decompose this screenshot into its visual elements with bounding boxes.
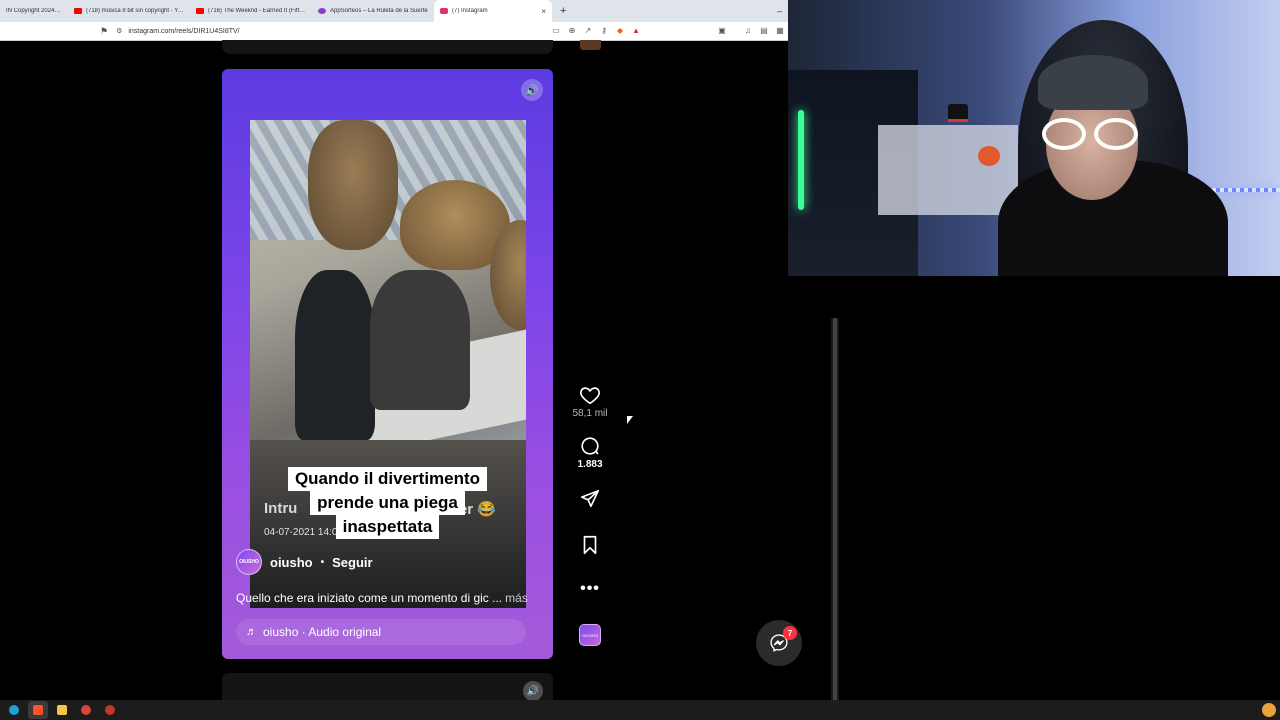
- share-icon[interactable]: ↗: [584, 27, 592, 35]
- browser-tab-1[interactable]: IN Copyright 2024 (Ki: [0, 0, 68, 22]
- appsorteos-icon: [318, 8, 326, 14]
- zoom-icon[interactable]: ⊕: [568, 27, 576, 35]
- page-scrollbar[interactable]: [831, 318, 839, 720]
- brave-rewards-icon[interactable]: ▲: [632, 27, 640, 35]
- tiny-top-hat: [948, 104, 968, 122]
- next-reel[interactable]: 🔊: [222, 673, 553, 703]
- password-key-icon[interactable]: ⚷: [600, 27, 608, 35]
- audio-label: oiusho · Audio original: [263, 625, 382, 639]
- send-icon: [580, 489, 600, 508]
- reader-icon[interactable]: ▤: [760, 27, 768, 35]
- media-icon[interactable]: ♫: [744, 27, 752, 35]
- site-info-icon[interactable]: ⚙: [116, 27, 122, 35]
- close-tab-icon[interactable]: ×: [541, 7, 546, 16]
- address-bar-actions: ▭ ⊕ ↗ ⚷ ◆ ▲ ▣ ♫ ▤ ▦: [552, 27, 788, 35]
- volume-icon[interactable]: 🔊: [523, 681, 543, 701]
- comment-icon: [581, 437, 599, 455]
- comments-count: 1.883: [577, 459, 603, 470]
- browser-tab-3[interactable]: (716) The Weeknd - Earned It (Fifty Shad…: [190, 0, 312, 22]
- instagram-reels-page: 🔊 Intru er 😂 04-07-2021 14:02:25 Quando …: [0, 40, 839, 720]
- reel-audio[interactable]: ♬ oiusho · Audio original: [236, 619, 526, 645]
- cast-icon[interactable]: ▭: [552, 27, 560, 35]
- tab-title: (7) Instagram: [452, 8, 488, 14]
- messages-button[interactable]: 7: [756, 620, 802, 666]
- previous-reel-audio-thumb[interactable]: [580, 40, 601, 50]
- browser-tab-instagram[interactable]: (7) Instagram ×: [434, 0, 552, 22]
- address-bar: ⚑ ⚙ instagram.com/reels/DIR1U4SI8TV/ ▭ ⊕…: [0, 22, 788, 41]
- audio-thumb-logo: OIUSHO: [579, 624, 601, 646]
- sidebar-toggle-icon[interactable]: ▣: [718, 27, 726, 35]
- reel-caption-overlay: Quando il divertimento prende una piega …: [222, 467, 553, 539]
- save-button[interactable]: [570, 534, 610, 556]
- brave-icon[interactable]: [28, 701, 48, 719]
- tab-title: AppSorteos – La Ruleta de la Suerte: [330, 8, 428, 14]
- youtube-icon: [74, 8, 82, 14]
- clown-nose: [978, 146, 1000, 166]
- caption-line-2: prende una piega: [310, 491, 465, 515]
- obs-icon[interactable]: [100, 701, 120, 719]
- webcam-overlay: [788, 0, 1280, 276]
- extensions-icon[interactable]: ▦: [776, 27, 784, 35]
- previous-reel[interactable]: [222, 40, 553, 54]
- messages-badge: 7: [783, 626, 797, 640]
- tab-title: (716) The Weeknd - Earned It (Fifty Shad…: [208, 8, 306, 14]
- new-tab-button[interactable]: +: [560, 5, 566, 17]
- tab-title: (718) música 8 bit sin copyright - YouTu…: [86, 8, 184, 14]
- edge-icon[interactable]: [4, 701, 24, 719]
- likes-count: 58,1 mil: [572, 408, 608, 419]
- like-button[interactable]: 58,1 mil: [570, 384, 610, 419]
- comment-button[interactable]: 1.883: [570, 435, 610, 470]
- system-tray-icon[interactable]: [1262, 703, 1276, 717]
- windows-taskbar: [0, 700, 1280, 720]
- share-button[interactable]: [570, 488, 610, 510]
- brave-shields-icon[interactable]: ◆: [616, 27, 624, 35]
- audio-thumbnail[interactable]: OIUSHO: [570, 624, 610, 646]
- caption-line-1: Quando il divertimento: [287, 467, 488, 491]
- more-link[interactable]: más: [505, 591, 528, 605]
- reel-actions: 58,1 mil 1.883 ••• OIUSHO: [570, 382, 610, 646]
- music-note-icon: ♬: [246, 626, 257, 638]
- heart-icon: [580, 387, 600, 405]
- reel-author: OIUSHO oiusho • Seguir: [236, 549, 373, 575]
- bookmark-icon[interactable]: ⚑: [100, 26, 108, 37]
- scrollbar-thumb[interactable]: [833, 318, 837, 720]
- caption-line-3: inaspettata: [335, 515, 440, 539]
- description-text: Quello che era iniziato come un momento …: [236, 591, 503, 605]
- instagram-icon: [440, 8, 448, 14]
- novelty-glasses: [1040, 118, 1150, 152]
- author-username[interactable]: oiusho: [270, 555, 313, 570]
- minimize-button[interactable]: –: [777, 6, 782, 16]
- tab-title: IN Copyright 2024 (Ki: [6, 8, 62, 14]
- screen: IN Copyright 2024 (Ki (718) música 8 bit…: [0, 0, 1280, 720]
- author-avatar[interactable]: OIUSHO: [236, 549, 262, 575]
- reel-description: Quello che era iniziato come un momento …: [236, 591, 528, 605]
- follow-button[interactable]: Seguir: [332, 555, 372, 570]
- reel-card[interactable]: 🔊 Intru er 😂 04-07-2021 14:02:25 Quando …: [222, 69, 553, 659]
- bookmark-icon: [583, 535, 597, 555]
- volume-icon[interactable]: 🔊: [521, 79, 543, 101]
- browser-tab-4[interactable]: AppSorteos – La Ruleta de la Suerte: [312, 0, 434, 22]
- file-explorer-icon[interactable]: [52, 701, 72, 719]
- more-options-button[interactable]: •••: [570, 580, 610, 598]
- url-field[interactable]: instagram.com/reels/DIR1U4SI8TV/: [128, 28, 239, 35]
- youtube-icon: [196, 8, 204, 14]
- browser-tab-bar: IN Copyright 2024 (Ki (718) música 8 bit…: [0, 0, 788, 22]
- browser-tab-2[interactable]: (718) música 8 bit sin copyright - YouTu…: [68, 0, 190, 22]
- separator-dot: •: [320, 556, 325, 568]
- chrome-icon[interactable]: [76, 701, 96, 719]
